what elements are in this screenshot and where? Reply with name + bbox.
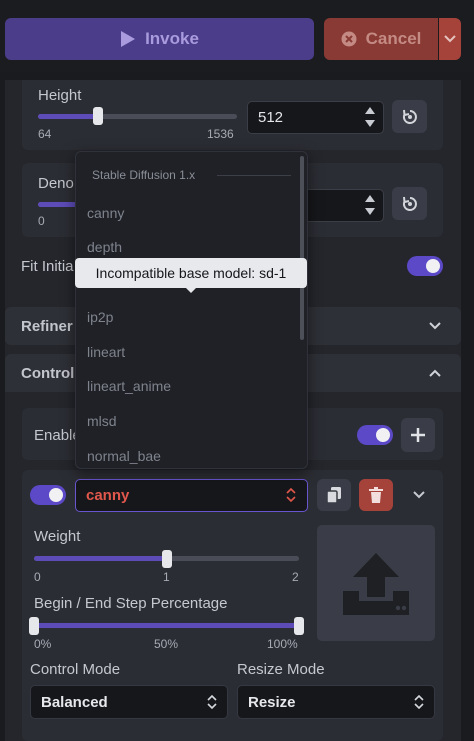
controlnet-model-select[interactable]: canny bbox=[75, 479, 308, 512]
resize-mode-label: Resize Mode bbox=[237, 661, 325, 678]
weight-slider-fill bbox=[34, 556, 166, 561]
chevron-updown-icon bbox=[207, 695, 217, 709]
resize-mode-value: Resize bbox=[248, 694, 296, 711]
menu-scrollbar-thumb[interactable] bbox=[300, 156, 304, 340]
menu-item-canny[interactable]: canny bbox=[87, 205, 124, 221]
step-tick-100: 100% bbox=[267, 637, 298, 651]
tooltip-arrow bbox=[185, 287, 197, 293]
delete-unit-button[interactable] bbox=[359, 479, 393, 511]
weight-slider-thumb[interactable] bbox=[162, 550, 172, 568]
height-reset-button[interactable] bbox=[392, 100, 427, 133]
height-slider-fill bbox=[38, 114, 98, 119]
toggle-knob bbox=[376, 428, 390, 442]
plus-icon bbox=[411, 428, 425, 442]
chevron-updown-icon bbox=[414, 695, 424, 709]
denoise-slider-fill bbox=[38, 202, 78, 207]
upload-icon bbox=[343, 553, 409, 615]
chevron-down-icon bbox=[429, 322, 441, 330]
menu-item-ip2p[interactable]: ip2p bbox=[87, 309, 113, 325]
step-tick-0: 0% bbox=[34, 637, 52, 651]
stepper-up-icon[interactable] bbox=[365, 107, 375, 114]
height-min-label: 64 bbox=[38, 127, 52, 141]
fit-initial-label: Fit Initia bbox=[21, 258, 74, 275]
denoise-label: Deno bbox=[38, 175, 74, 192]
cancel-options-button[interactable] bbox=[439, 18, 461, 60]
menu-item-lineart-anime[interactable]: lineart_anime bbox=[87, 378, 171, 394]
reset-icon bbox=[402, 109, 417, 124]
height-slider-track[interactable] bbox=[38, 114, 237, 119]
control-mode-value: Balanced bbox=[41, 694, 108, 711]
menu-item-normal-bae[interactable]: normal_bae bbox=[87, 448, 161, 464]
step-tick-50: 50% bbox=[154, 637, 179, 651]
stepper-down-icon[interactable] bbox=[365, 120, 375, 127]
play-icon bbox=[121, 31, 136, 47]
controlnet-unit-toggle[interactable] bbox=[30, 485, 66, 505]
toggle-knob bbox=[426, 259, 440, 273]
control-mode-label: Control Mode bbox=[30, 661, 121, 678]
chevron-down-icon[interactable] bbox=[413, 491, 425, 499]
reset-icon bbox=[402, 196, 417, 211]
height-value: 512 bbox=[258, 109, 284, 126]
chevron-up-icon bbox=[429, 369, 441, 377]
menu-item-mlsd[interactable]: mlsd bbox=[87, 413, 117, 429]
chevron-down-icon bbox=[444, 35, 456, 43]
copy-icon bbox=[327, 487, 341, 503]
invoke-label: Invoke bbox=[145, 29, 199, 48]
step-slider-fill bbox=[34, 623, 299, 628]
weight-label: Weight bbox=[34, 528, 81, 545]
step-begin-thumb[interactable] bbox=[29, 617, 39, 635]
height-max-label: 1536 bbox=[207, 127, 234, 141]
model-dropdown-menu: Stable Diffusion 1.x canny depth ip2p li… bbox=[75, 151, 308, 469]
menu-group-divider bbox=[217, 175, 291, 176]
cancel-circle-icon bbox=[341, 31, 357, 47]
menu-group-label: Stable Diffusion 1.x bbox=[92, 168, 196, 182]
trash-icon bbox=[369, 487, 383, 503]
chevron-updown-icon bbox=[286, 488, 296, 502]
resize-mode-select[interactable]: Resize bbox=[237, 685, 435, 719]
control-mode-select[interactable]: Balanced bbox=[30, 685, 228, 719]
duplicate-unit-button[interactable] bbox=[317, 479, 351, 511]
incompatible-tooltip: Incompatible base model: sd-1 bbox=[75, 258, 307, 288]
height-label: Height bbox=[38, 87, 82, 104]
cancel-label: Cancel bbox=[365, 29, 422, 48]
toggle-knob bbox=[49, 488, 63, 502]
controlnet-label: Control bbox=[21, 365, 75, 382]
height-slider-thumb[interactable] bbox=[93, 107, 103, 125]
height-number-input[interactable]: 512 bbox=[247, 101, 384, 134]
stepper-up-icon[interactable] bbox=[365, 195, 375, 202]
invoke-button[interactable]: Invoke bbox=[5, 18, 314, 60]
tooltip-text: Incompatible base model: sd-1 bbox=[95, 265, 287, 281]
weight-min-label: 0 bbox=[34, 570, 41, 584]
denoise-min-label: 0 bbox=[38, 214, 45, 228]
model-select-value: canny bbox=[86, 487, 130, 504]
weight-max-label: 2 bbox=[292, 570, 299, 584]
weight-mid-label: 1 bbox=[163, 570, 170, 584]
step-end-thumb[interactable] bbox=[294, 617, 304, 635]
control-image-dropzone[interactable] bbox=[317, 525, 435, 641]
refiner-label: Refiner bbox=[21, 318, 73, 335]
denoise-reset-button[interactable] bbox=[392, 187, 427, 220]
cancel-button[interactable]: Cancel bbox=[324, 18, 438, 60]
enable-label: Enable bbox=[34, 427, 81, 444]
fit-initial-toggle[interactable] bbox=[407, 256, 443, 276]
add-controlnet-button[interactable] bbox=[401, 418, 435, 452]
stepper-down-icon[interactable] bbox=[365, 208, 375, 215]
menu-item-depth[interactable]: depth bbox=[87, 239, 122, 255]
step-percentage-label: Begin / End Step Percentage bbox=[34, 595, 228, 612]
controlnet-enable-toggle[interactable] bbox=[357, 425, 393, 445]
denoise-slider-track[interactable] bbox=[38, 202, 78, 207]
menu-item-lineart[interactable]: lineart bbox=[87, 344, 125, 360]
step-slider-track[interactable] bbox=[34, 623, 299, 628]
